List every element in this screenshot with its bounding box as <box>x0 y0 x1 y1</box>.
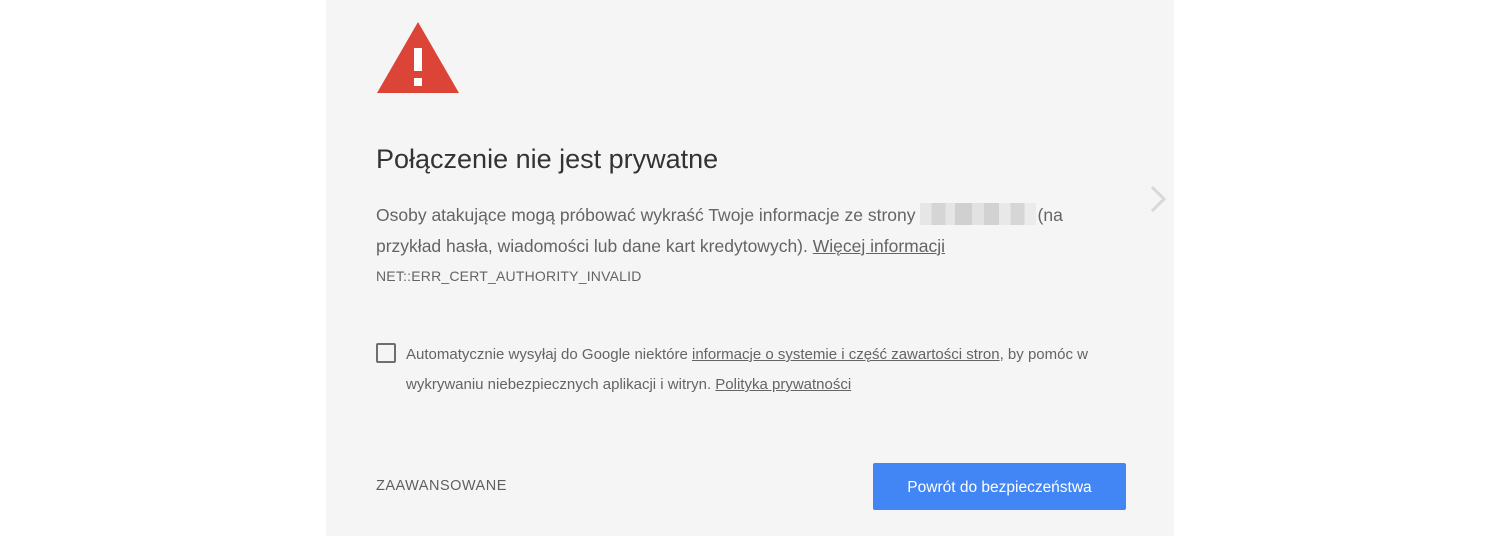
privacy-policy-link[interactable]: Polityka prywatności <box>715 376 851 393</box>
chevron-right-icon[interactable] <box>1146 184 1170 214</box>
error-code: NET::ERR_CERT_AUTHORITY_INVALID <box>376 268 642 284</box>
interstitial-panel: Połączenie nie jest prywatne Osoby ataku… <box>326 0 1174 536</box>
report-checkbox[interactable] <box>376 343 396 363</box>
learn-more-link[interactable]: Więcej informacji <box>813 236 945 256</box>
redacted-hostname <box>919 203 1036 226</box>
warning-triangle-icon <box>377 22 459 93</box>
report-checkbox-label: Automatycznie wysyłaj do Google niektóre… <box>406 340 1106 400</box>
system-info-link[interactable]: informacje o systemie i część zawartości… <box>692 346 1000 363</box>
advanced-button[interactable]: ZAAWANSOWANE <box>376 478 507 494</box>
report-text-start: Automatycznie wysyłaj do Google niektóre <box>406 346 688 363</box>
description-paragraph: Osoby atakujące mogą próbować wykraść Tw… <box>376 200 1116 262</box>
page-title: Połączenie nie jest prywatne <box>376 144 719 174</box>
description-text-start: Osoby atakujące mogą próbować wykraść Tw… <box>376 205 916 225</box>
back-to-safety-button[interactable]: Powrót do bezpieczeństwa <box>873 463 1126 510</box>
